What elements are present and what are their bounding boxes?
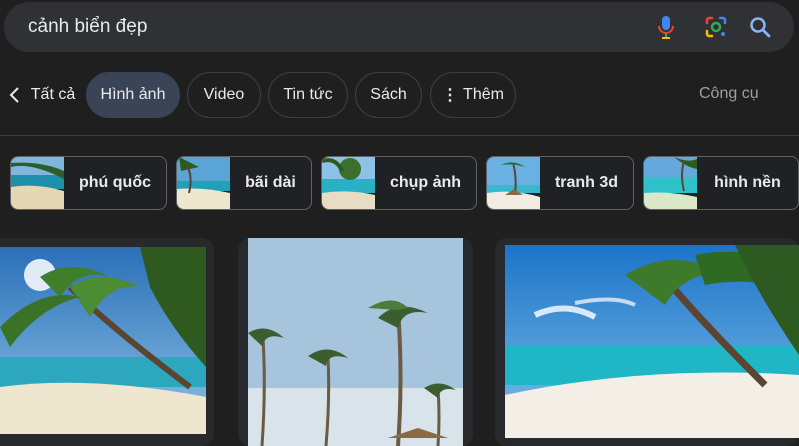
- chip-label: hình nền: [714, 174, 781, 191]
- chip-label: chụp ảnh: [389, 174, 462, 191]
- tab-more[interactable]: ⋮ Thêm: [430, 72, 516, 118]
- tab-label: Sách: [370, 86, 407, 103]
- tab-video[interactable]: Video: [187, 72, 261, 118]
- chip-label: bãi dài: [245, 174, 296, 191]
- related-chip-phu-quoc[interactable]: phú quốc: [10, 156, 167, 210]
- search-icon[interactable]: [748, 15, 772, 39]
- chip-thumbnail: [322, 157, 375, 209]
- chip-thumbnail: [487, 157, 540, 209]
- chevron-left-icon[interactable]: [6, 85, 24, 105]
- related-chip-bai-dai[interactable]: bãi dài: [176, 156, 312, 210]
- related-chip-hinh-nen[interactable]: hình nền: [643, 156, 799, 210]
- search-bar[interactable]: cảnh biển đẹp: [4, 2, 794, 52]
- tab-label: Tất cả: [30, 86, 76, 103]
- tab-news[interactable]: Tin tức: [268, 72, 348, 118]
- chip-thumbnail: [644, 157, 697, 209]
- related-chip-chup-anh[interactable]: chụp ảnh: [321, 156, 477, 210]
- tab-images[interactable]: Hình ảnh: [86, 72, 180, 118]
- image-result-1[interactable]: [0, 247, 206, 434]
- search-tabs: Tất cả Hình ảnh Video Tin tức Sách ⋮ Thê…: [0, 72, 799, 118]
- image-result-2[interactable]: [248, 238, 463, 446]
- google-lens-icon[interactable]: [704, 15, 728, 39]
- tab-label: Tin tức: [283, 86, 333, 103]
- tab-label: Thêm: [463, 86, 504, 103]
- tab-all[interactable]: Tất cả: [28, 72, 78, 118]
- chip-label: tranh 3d: [554, 174, 619, 191]
- tools-button[interactable]: Công cụ: [699, 85, 759, 103]
- tab-label: Hình ảnh: [100, 86, 166, 103]
- chip-thumbnail: [11, 157, 64, 209]
- microphone-icon[interactable]: [654, 15, 678, 39]
- chip-label: phú quốc: [79, 174, 151, 191]
- search-input[interactable]: cảnh biển đẹp: [28, 16, 147, 38]
- tab-books[interactable]: Sách: [355, 72, 422, 118]
- related-chip-tranh-3d[interactable]: tranh 3d: [486, 156, 634, 210]
- image-result-3[interactable]: [505, 245, 799, 438]
- more-vert-icon: ⋮: [442, 87, 459, 104]
- divider: [0, 135, 799, 136]
- tab-label: Video: [203, 86, 245, 103]
- chip-thumbnail: [177, 157, 230, 209]
